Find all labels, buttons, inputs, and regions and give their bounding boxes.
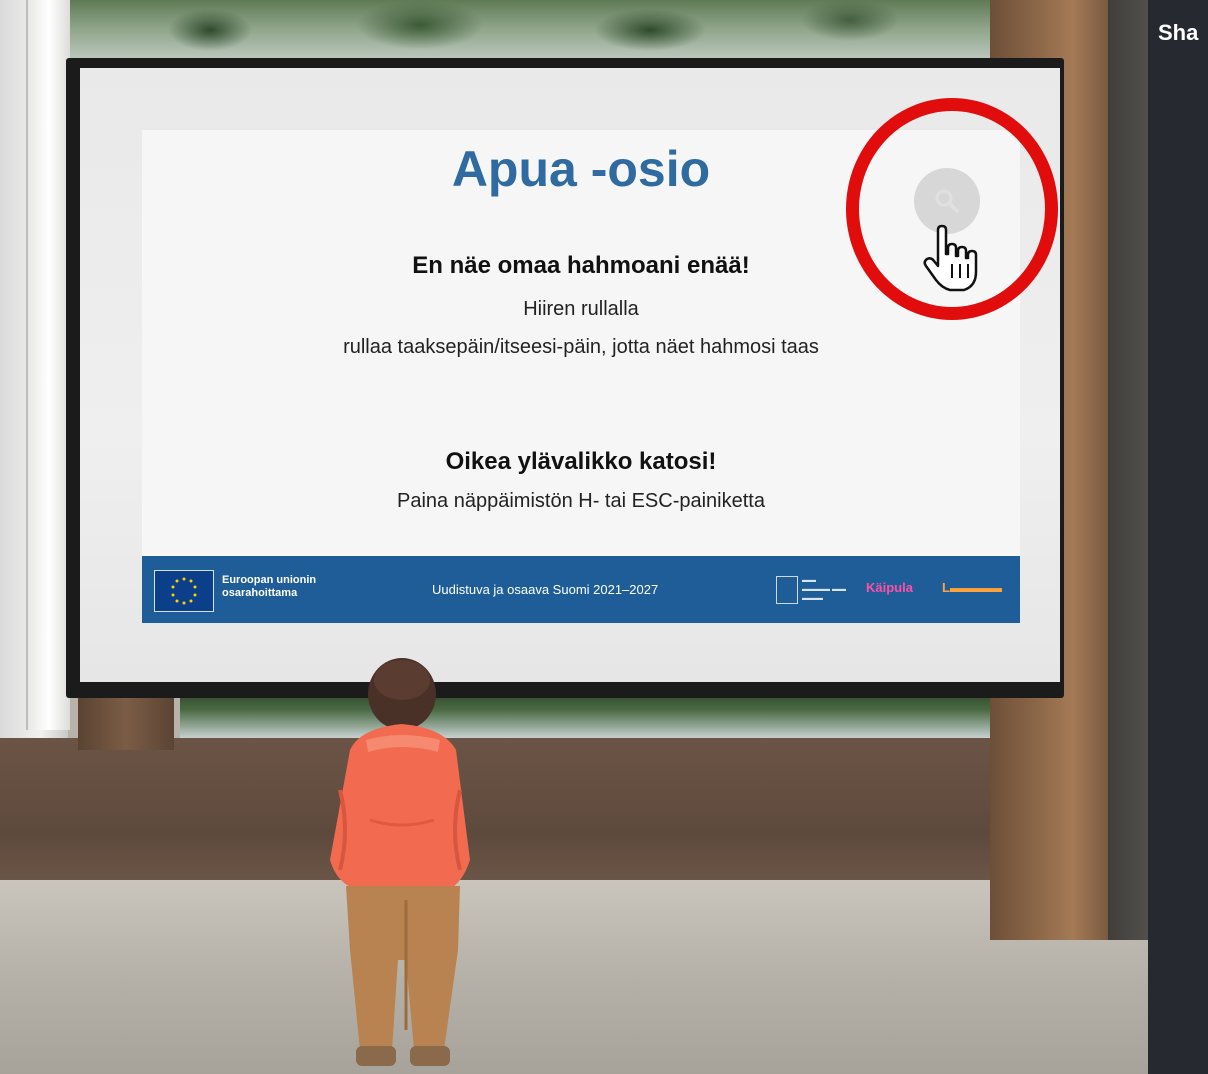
eu-funding-text: Euroopan unionin osarahoittama [222,574,316,600]
partner-logo-text: ▬▬ ▬▬▬▬ ▬▬ ▬▬▬ [802,577,846,602]
section1-line2: rullaa taaksepäin/itseesi-päin, jotta nä… [343,336,819,358]
section2-heading: Oikea ylävalikko katosi! [445,448,717,475]
section1-line1: Hiiren rullalla [523,298,639,320]
funding-banner: Euroopan unionin osarahoittama Uudistuva… [142,556,1020,623]
red-highlight-circle [846,98,1058,320]
kaipula-logo: Käipula [866,580,913,595]
side-panel-title: Sha [1158,20,1199,45]
player-avatar [330,658,470,1066]
partner-logo-l: L▬▬▬▬ [942,580,1002,595]
left-wall-post [26,0,70,730]
floor [0,880,1150,1074]
virtual-world-scene[interactable]: Sha Apua -osio En näe omaa hahmoani enää… [0,0,1208,1074]
eu-funding-line1: Euroopan unionin [222,574,317,586]
programme-name: Uudistuva ja osaava Suomi 2021–2027 [432,582,659,597]
tree-canopy [90,0,970,62]
eu-funding-line2: osarahoittama [222,587,298,599]
section2-line1: Paina näppäimistön H- tai ESC-painiketta [397,490,765,512]
side-panel[interactable] [1148,0,1208,1074]
back-wall [0,738,1000,898]
eu-flag-icon [154,570,214,612]
partner-logo [776,576,798,604]
